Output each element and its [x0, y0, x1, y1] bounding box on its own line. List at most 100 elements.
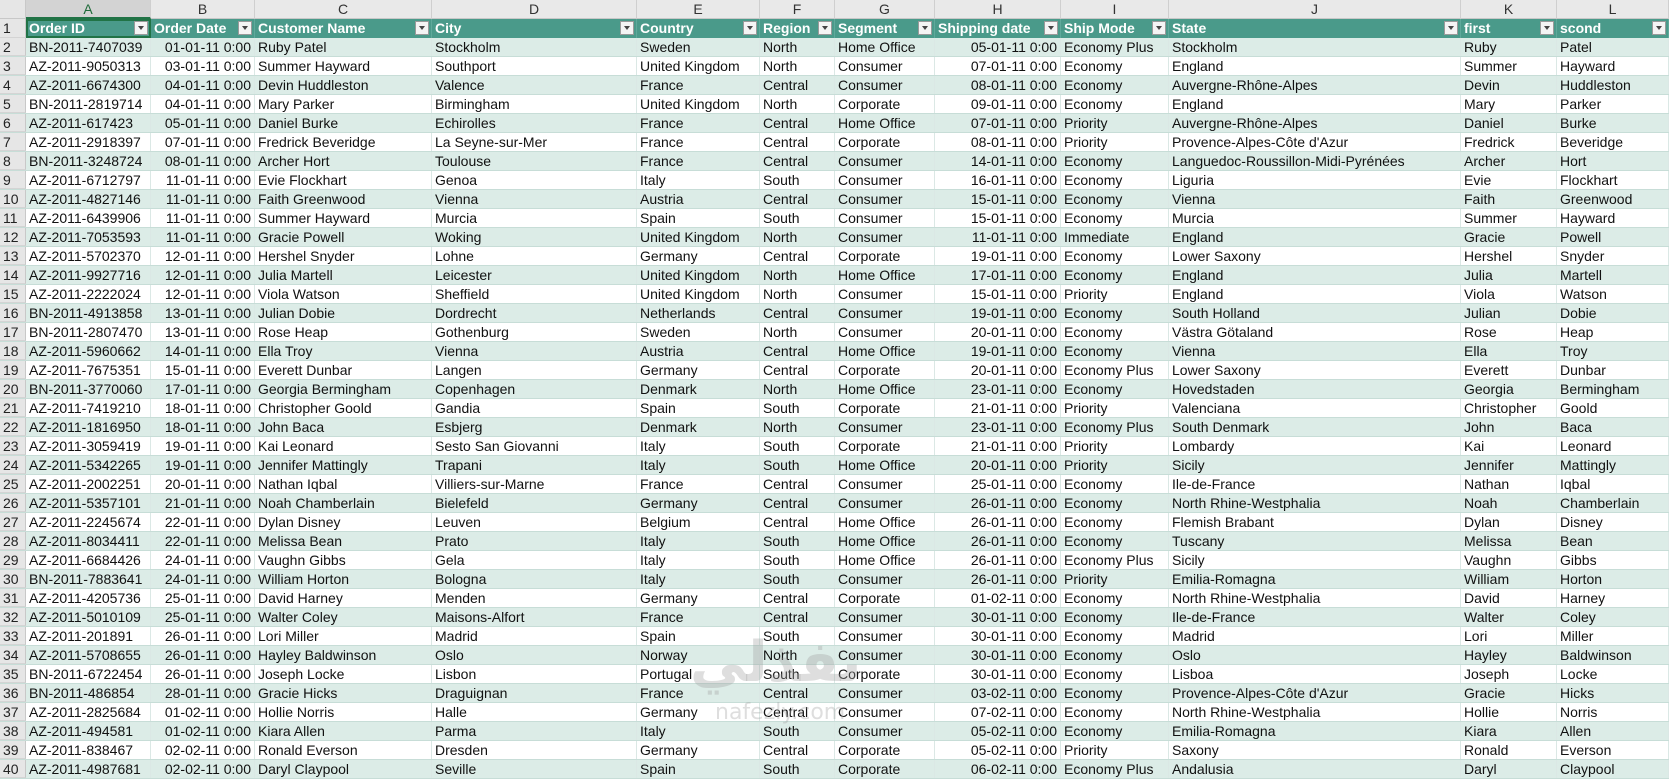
cell[interactable]: Patel — [1557, 38, 1669, 56]
cell[interactable]: United Kingdom — [637, 95, 760, 113]
cell[interactable]: Langen — [432, 361, 637, 379]
cell[interactable]: Nathan — [1461, 475, 1557, 493]
cell[interactable]: Ella Troy — [255, 342, 432, 360]
cell[interactable]: 25-01-11 0:00 — [151, 608, 255, 626]
filter-dropdown-icon[interactable] — [415, 21, 429, 35]
cell[interactable]: Menden — [432, 589, 637, 607]
cell[interactable]: Sicily — [1169, 551, 1461, 569]
row-number[interactable]: 29 — [0, 551, 26, 569]
cell[interactable]: AZ-2011-7053593 — [26, 228, 151, 246]
cell[interactable]: Germany — [637, 589, 760, 607]
cell[interactable]: Locke — [1557, 665, 1669, 683]
cell[interactable]: 07-01-11 0:00 — [935, 114, 1061, 132]
cell[interactable]: France — [637, 475, 760, 493]
cell[interactable]: Joseph Locke — [255, 665, 432, 683]
cell[interactable]: Genoa — [432, 171, 637, 189]
cell[interactable]: Home Office — [835, 266, 935, 284]
cell[interactable]: Gothenburg — [432, 323, 637, 341]
cell[interactable]: Languedoc-Roussillon-Midi-Pyrénées — [1169, 152, 1461, 170]
cell[interactable]: 21-01-11 0:00 — [935, 437, 1061, 455]
cell[interactable]: 15-01-11 0:00 — [935, 285, 1061, 303]
cell[interactable]: Madrid — [1169, 627, 1461, 645]
cell[interactable]: Mattingly — [1557, 456, 1669, 474]
cell[interactable]: Snyder — [1557, 247, 1669, 265]
header-cell[interactable]: City — [432, 19, 637, 38]
cell[interactable]: Rose — [1461, 323, 1557, 341]
cell[interactable]: 30-01-11 0:00 — [935, 608, 1061, 626]
cell[interactable]: 20-01-11 0:00 — [935, 323, 1061, 341]
cell[interactable]: Italy — [637, 456, 760, 474]
row-number[interactable]: 12 — [0, 228, 26, 246]
cell[interactable]: Lombardy — [1169, 437, 1461, 455]
cell[interactable]: Economy — [1061, 171, 1169, 189]
cell[interactable]: Baca — [1557, 418, 1669, 436]
cell[interactable]: Sweden — [637, 38, 760, 56]
cell[interactable]: Coley — [1557, 608, 1669, 626]
row-number[interactable]: 32 — [0, 608, 26, 626]
cell[interactable]: Germany — [637, 247, 760, 265]
cell[interactable]: Corporate — [835, 95, 935, 113]
cell[interactable]: 02-02-11 0:00 — [151, 741, 255, 759]
cell[interactable]: Bologna — [432, 570, 637, 588]
cell[interactable]: 18-01-11 0:00 — [151, 418, 255, 436]
cell[interactable]: France — [637, 608, 760, 626]
row-number[interactable]: 3 — [0, 57, 26, 75]
column-header-j[interactable]: J — [1169, 0, 1461, 19]
cell[interactable]: Central — [760, 76, 835, 94]
cell[interactable]: 05-02-11 0:00 — [935, 722, 1061, 740]
cell[interactable]: Bielefeld — [432, 494, 637, 512]
cell[interactable]: AZ-2011-5708655 — [26, 646, 151, 664]
cell[interactable]: AZ-2011-5702370 — [26, 247, 151, 265]
cell[interactable]: United Kingdom — [637, 266, 760, 284]
cell[interactable]: Economy — [1061, 266, 1169, 284]
cell[interactable]: Huddleston — [1557, 76, 1669, 94]
row-number[interactable]: 25 — [0, 475, 26, 493]
cell[interactable]: 15-01-11 0:00 — [151, 361, 255, 379]
cell[interactable]: Immediate — [1061, 228, 1169, 246]
cell[interactable]: Kai Leonard — [255, 437, 432, 455]
cell[interactable]: 22-01-11 0:00 — [151, 532, 255, 550]
cell[interactable]: Germany — [637, 361, 760, 379]
cell[interactable]: Hicks — [1557, 684, 1669, 702]
cell[interactable]: Economy Plus — [1061, 551, 1169, 569]
cell[interactable]: Seville — [432, 760, 637, 778]
filter-dropdown-icon[interactable] — [818, 21, 832, 35]
cell[interactable]: Powell — [1557, 228, 1669, 246]
filter-dropdown-icon[interactable] — [918, 21, 932, 35]
cell[interactable]: Walter Coley — [255, 608, 432, 626]
cell[interactable]: Central — [760, 741, 835, 759]
cell[interactable]: Germany — [637, 703, 760, 721]
filter-dropdown-icon[interactable] — [743, 21, 757, 35]
cell[interactable]: 24-01-11 0:00 — [151, 570, 255, 588]
cell[interactable]: Ruby Patel — [255, 38, 432, 56]
cell[interactable]: Fredrick Beveridge — [255, 133, 432, 151]
cell[interactable]: Lori Miller — [255, 627, 432, 645]
cell[interactable]: Economy — [1061, 380, 1169, 398]
cell[interactable]: Central — [760, 703, 835, 721]
cell[interactable]: Economy — [1061, 152, 1169, 170]
cell[interactable]: Summer — [1461, 209, 1557, 227]
row-number[interactable]: 8 — [0, 152, 26, 170]
cell[interactable]: AZ-2011-7675351 — [26, 361, 151, 379]
cell[interactable]: Harney — [1557, 589, 1669, 607]
cell[interactable]: Central — [760, 513, 835, 531]
cell[interactable]: 04-01-11 0:00 — [151, 76, 255, 94]
cell[interactable]: 02-02-11 0:00 — [151, 760, 255, 778]
header-cell[interactable]: Segment — [835, 19, 935, 38]
cell[interactable]: Fredrick — [1461, 133, 1557, 151]
cell[interactable]: Leonard — [1557, 437, 1669, 455]
cell[interactable]: Austria — [637, 190, 760, 208]
cell[interactable]: Economy — [1061, 342, 1169, 360]
cell[interactable]: Consumer — [835, 323, 935, 341]
cell[interactable]: Summer — [1461, 57, 1557, 75]
cell[interactable]: Sweden — [637, 323, 760, 341]
cell[interactable]: Hort — [1557, 152, 1669, 170]
cell[interactable]: Norway — [637, 646, 760, 664]
cell[interactable]: Sicily — [1169, 456, 1461, 474]
cell[interactable]: John Baca — [255, 418, 432, 436]
header-cell[interactable]: State — [1169, 19, 1461, 38]
cell[interactable]: Hollie Norris — [255, 703, 432, 721]
cell[interactable]: Prato — [432, 532, 637, 550]
cell[interactable]: Priority — [1061, 399, 1169, 417]
cell[interactable]: France — [637, 152, 760, 170]
